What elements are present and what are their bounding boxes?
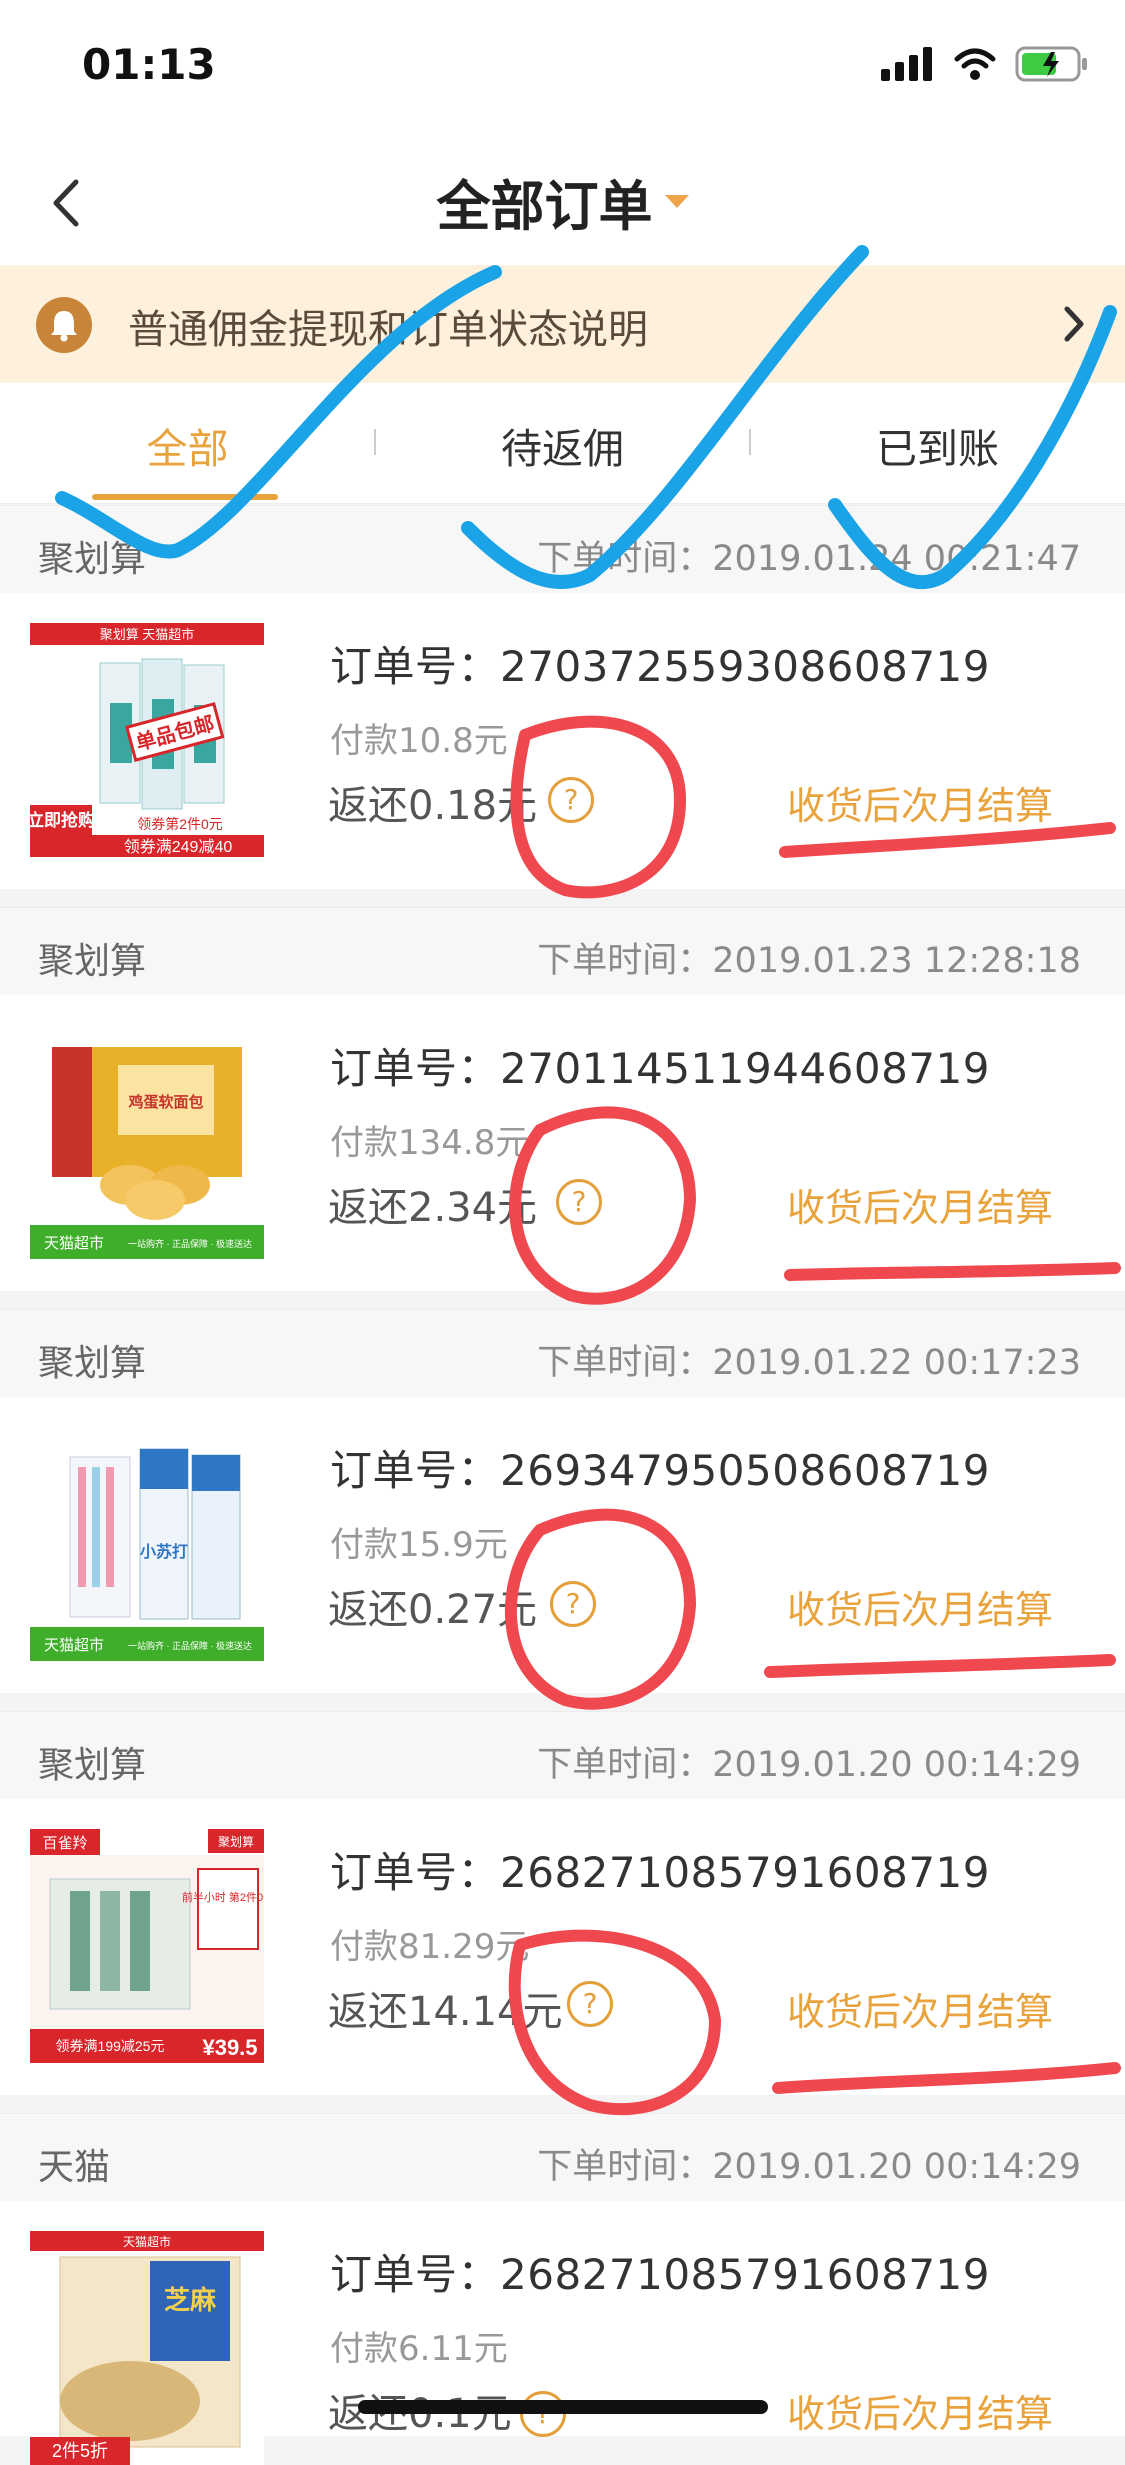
help-icon[interactable]: ? — [548, 777, 594, 823]
thumb-label: 一站购齐 · 正品保障 · 极速送达 — [128, 1640, 252, 1651]
thumb-label: ¥39.5 — [202, 2035, 257, 2060]
product-thumbnail: 鸡蛋软面包 天猫超市 一站购齐 · 正品保障 · 极速送达 — [30, 1025, 264, 1259]
order-group-header: 聚划算 下单时间：2019.01.20 00:14:29 — [0, 1711, 1125, 1801]
active-tab-indicator — [92, 494, 278, 500]
home-indicator[interactable] — [358, 2400, 768, 2414]
rebate-amount: 返还14.14元 — [328, 1989, 563, 2035]
payment-amount: 付款15.9元 — [330, 1525, 508, 1565]
thumb-label: 领券第2件0元 — [137, 816, 223, 832]
help-icon[interactable]: ? — [567, 1981, 613, 2027]
page-title: 全部订单 — [436, 175, 653, 238]
signal-icon — [881, 47, 932, 81]
order-time: 下单时间：2019.01.20 00:14:29 — [537, 1745, 1081, 1785]
order-number: 订单号：2703725593086087​19 — [330, 642, 990, 691]
rebate-amount: 返还0.27元 — [328, 1587, 538, 1633]
settlement-status: 收货后次月结算 — [786, 1588, 1053, 1632]
payment-amount: 付款10.8元 — [330, 721, 508, 761]
chevron-right-icon — [1059, 301, 1089, 351]
order-time: 下单时间：2019.01.24 00:21:47 — [537, 539, 1081, 579]
product-thumbnail: 百雀羚 聚划算 前半小时 第2件0元 领券满199减25元 ¥39.5 — [30, 1829, 264, 2063]
wifi-icon — [954, 48, 996, 80]
order-card[interactable]: 百雀羚 聚划算 前半小时 第2件0元 领券满199减25元 ¥39.5 订单号：… — [0, 1799, 1125, 2095]
status-time: 01:13 — [82, 40, 216, 89]
product-thumbnail: 聚划算 天猫超市 单品包邮 立即抢购 领券第2件0元 领券满249减40 — [30, 623, 264, 857]
tab-all[interactable]: 全部 — [0, 415, 375, 475]
settlement-status: 收货后次月结算 — [786, 784, 1053, 828]
thumb-label: 天猫超市 — [123, 2234, 171, 2249]
order-time: 下单时间：2019.01.20 00:14:29 — [537, 2147, 1081, 2187]
thumb-label: 一站购齐 · 正品保障 · 极速送达 — [128, 1238, 252, 1249]
thumb-label: 聚划算 天猫超市 — [100, 627, 195, 642]
rebate-amount: 返还2.34元 — [328, 1185, 538, 1231]
help-icon[interactable]: ? — [520, 2391, 566, 2437]
rebate-amount: 返还0.18元 — [328, 783, 538, 829]
product-thumbnail: 小苏打 天猫超市 一站购齐 · 正品保障 · 极速送达 — [30, 1427, 264, 1661]
tab-received[interactable]: 已到账 — [750, 415, 1125, 475]
thumb-label: 小苏打 — [140, 1542, 188, 1561]
thumb-label: 鸡蛋软面包 — [127, 1093, 203, 1111]
order-group-header: 聚划算 下单时间：2019.01.23 12:28:18 — [0, 907, 1125, 997]
tab-pending[interactable]: 待返佣 — [375, 415, 750, 475]
order-time: 下单时间：2019.01.22 00:17:23 — [537, 1343, 1081, 1383]
order-time: 下单时间：2019.01.23 12:28:18 — [537, 941, 1081, 981]
thumb-label: 聚划算 — [218, 1834, 254, 1849]
bell-icon — [36, 297, 92, 353]
order-store: 聚划算 — [38, 1745, 147, 1786]
help-icon[interactable]: ? — [556, 1179, 602, 1225]
thumb-label: 领券满249减40 — [124, 838, 233, 856]
order-store: 聚划算 — [38, 1343, 147, 1384]
title-dropdown[interactable]: 全部订单 — [0, 162, 1125, 241]
payment-amount: 付款134.8元 — [330, 1123, 530, 1163]
status-icons — [881, 46, 1089, 82]
thumb-label: 2件5折 — [52, 2441, 108, 2461]
caret-down-icon — [664, 195, 689, 208]
thumb-label: 领券满199减25元 — [56, 2038, 165, 2054]
battery-icon — [1015, 46, 1087, 82]
order-card[interactable]: 小苏打 天猫超市 一站购齐 · 正品保障 · 极速送达 订单号：26934795… — [0, 1397, 1125, 1693]
order-number: 订单号：270114511944608719 — [330, 1044, 990, 1093]
thumb-label: 立即抢购 — [30, 810, 95, 830]
notice-banner[interactable]: 普通佣金提现和订单状态说明 — [0, 265, 1125, 383]
order-number: 订单号：268271085791608719 — [330, 1848, 990, 1897]
settlement-status: 收货后次月结算 — [786, 1186, 1053, 1230]
order-group-header: 聚划算 下单时间：2019.01.22 00:17:23 — [0, 1309, 1125, 1399]
order-card[interactable]: 聚划算 天猫超市 单品包邮 立即抢购 领券第2件0元 领券满249减40 订单号… — [0, 593, 1125, 889]
settlement-status: 收货后次月结算 — [786, 1990, 1053, 2034]
order-number: 订单号：268271085791608719 — [330, 2250, 990, 2299]
thumb-label: 芝麻 — [164, 2285, 217, 2315]
thumb-label: 前半小时 第2件0元 — [182, 1890, 264, 1904]
status-bar: 01:13 — [0, 0, 1125, 140]
order-number: 订单号：269347950508608719 — [330, 1446, 990, 1495]
order-store: 天猫 — [38, 2147, 111, 2188]
order-store: 聚划算 — [38, 941, 147, 982]
notice-text: 普通佣金提现和订单状态说明 — [128, 307, 648, 353]
thumb-label: 天猫超市 — [44, 1637, 104, 1654]
order-tabs: 全部 待返佣 已到账 — [0, 383, 1125, 504]
order-store: 聚划算 — [38, 539, 147, 580]
settlement-status: 收货后次月结算 — [786, 2392, 1053, 2436]
nav-bar: 全部订单 — [0, 140, 1125, 265]
product-thumbnail: 天猫超市 芝麻 2件5折 — [30, 2231, 264, 2465]
payment-amount: 付款81.29元 — [330, 1927, 530, 1967]
help-icon[interactable]: ? — [550, 1581, 596, 1627]
thumb-label: 天猫超市 — [44, 1235, 104, 1252]
order-card[interactable]: 鸡蛋软面包 天猫超市 一站购齐 · 正品保障 · 极速送达 订单号：270114… — [0, 995, 1125, 1291]
order-group-header: 天猫 下单时间：2019.01.20 00:14:29 — [0, 2113, 1125, 2203]
thumb-label: 百雀羚 — [42, 1835, 87, 1852]
payment-amount: 付款6.11元 — [330, 2329, 508, 2369]
order-group-header: 聚划算 下单时间：2019.01.24 00:21:47 — [0, 505, 1125, 595]
